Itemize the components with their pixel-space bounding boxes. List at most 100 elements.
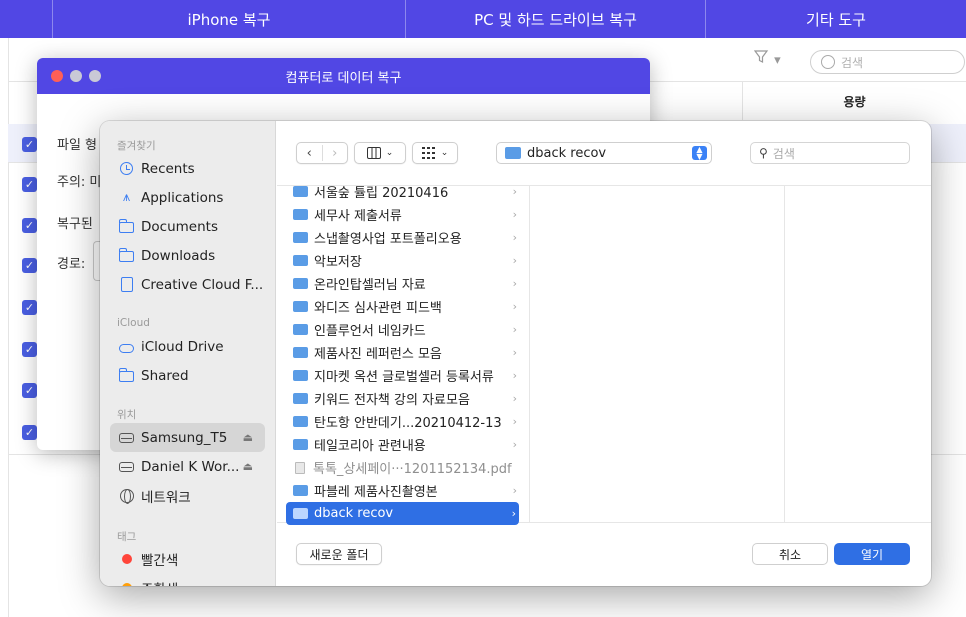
document-icon: [119, 277, 134, 292]
back-forward-buttons: ‹ ›: [296, 142, 348, 164]
eject-icon[interactable]: ⏏: [243, 431, 253, 444]
list-item[interactable]: 스냅촬영사업 포트폴리오용 ›: [277, 226, 529, 249]
forward-button[interactable]: ›: [323, 146, 348, 161]
list-item-label: 파블레 제품사진촬영본: [314, 485, 438, 500]
sidebar-item-icloud-drive[interactable]: iCloud Drive: [110, 332, 265, 361]
finder-sidebar: 즐겨찾기 Recents ⩚ Applications Documents Do…: [100, 121, 276, 586]
sidebar-item-downloads[interactable]: Downloads: [110, 241, 265, 270]
list-item-selected[interactable]: dback recov ›: [286, 502, 519, 525]
sidebar-item-label: 빨간색: [141, 552, 179, 569]
row-checkbox[interactable]: ✓: [22, 425, 37, 440]
finder-search-input[interactable]: ⚲ 검색: [750, 142, 910, 164]
list-item[interactable]: 서울숲 튤립 20210416 ›: [277, 180, 529, 203]
chevron-right-icon: ›: [512, 392, 517, 405]
list-item[interactable]: 탄도항 안반데기...20210412-13 ›: [277, 410, 529, 433]
folder-icon: [293, 508, 308, 519]
chevron-right-icon: ›: [512, 369, 517, 382]
list-item[interactable]: 파블레 제품사진촬영본 ›: [277, 479, 529, 502]
row-checkbox[interactable]: ✓: [22, 383, 37, 398]
filter-icon: [753, 50, 769, 63]
recovered-label: 복구된: [57, 217, 93, 232]
sidebar-item-documents[interactable]: Documents: [110, 212, 265, 241]
sidebar-item-label: 네트워크: [141, 489, 191, 506]
sidebar-item-tag-orange[interactable]: 주황색: [110, 573, 265, 586]
drive-icon: [119, 430, 134, 445]
sidebar-item-creative-cloud[interactable]: Creative Cloud F...: [110, 270, 265, 299]
new-folder-button[interactable]: 새로운 폴더: [296, 543, 382, 565]
globe-icon: [119, 488, 134, 504]
row-checkbox[interactable]: ✓: [22, 258, 37, 273]
row-checkbox[interactable]: ✓: [22, 342, 37, 357]
folder-icon: [505, 147, 521, 159]
list-item[interactable]: 세무사 제출서류 ›: [277, 203, 529, 226]
view-mode-button[interactable]: ⌄: [354, 142, 406, 164]
tab-pc-recovery[interactable]: PC 및 하드 드라이브 복구: [405, 0, 705, 38]
updown-chevron-icon: ▲ ▼: [692, 146, 707, 161]
column-header-size[interactable]: 용량: [742, 82, 966, 120]
list-item[interactable]: 키워드 전자책 강의 자료모음 ›: [277, 387, 529, 410]
folder-icon: [293, 347, 308, 358]
sidebar-item-applications[interactable]: ⩚ Applications: [110, 183, 265, 212]
folder-icon: [293, 255, 308, 266]
folder-icon: [293, 186, 308, 197]
row-checkbox[interactable]: ✓: [22, 300, 37, 315]
list-item-label: 와디즈 심사관련 피드백: [314, 301, 442, 316]
list-item-label: 세무사 제출서류: [314, 209, 402, 224]
list-item[interactable]: 와디즈 심사관련 피드백 ›: [277, 295, 529, 318]
open-button[interactable]: 열기: [834, 543, 910, 565]
sidebar-item-samsung-t5[interactable]: Samsung_T5 ⏏: [110, 423, 265, 452]
list-item[interactable]: 테일코리아 관련내용 ›: [277, 433, 529, 456]
list-item[interactable]: 악보저장 ›: [277, 249, 529, 272]
chevron-right-icon: ›: [512, 438, 517, 451]
zoom-button[interactable]: [89, 70, 101, 82]
folder-icon: [293, 370, 308, 381]
background-search-placeholder: 검색: [841, 55, 864, 70]
favorites-header: 즐겨찾기: [117, 140, 156, 152]
filter-button[interactable]: ▾: [753, 50, 798, 70]
sidebar-item-recents[interactable]: Recents: [110, 154, 265, 183]
group-mode-button[interactable]: ⌄: [412, 142, 458, 164]
sidebar-item-shared[interactable]: Shared: [110, 361, 265, 390]
notice-label: 주의: 미: [57, 175, 102, 190]
chevron-down-icon: ⌄: [440, 148, 449, 158]
folder-icon: [293, 301, 308, 312]
row-checkbox[interactable]: ✓: [22, 218, 37, 233]
back-button[interactable]: ‹: [297, 146, 322, 161]
column-divider[interactable]: [529, 186, 530, 522]
list-item-label: 지마켓 옥션 글로벌셀러 등록서류: [314, 370, 494, 385]
path-label: 경로:: [57, 257, 86, 272]
sidebar-item-daniel-work[interactable]: Daniel K Wor... ⏏: [110, 452, 265, 481]
file-type-label: 파일 형: [57, 138, 98, 153]
list-item-label: 톡톡_상세페이···1201152134.pdf: [313, 462, 512, 477]
list-item-label: 키워드 전자책 강의 자료모음: [314, 393, 470, 408]
list-item-label: 스냅촬영사업 포트폴리오용: [314, 232, 462, 247]
tab-iphone-recovery[interactable]: iPhone 복구: [52, 0, 405, 38]
grid-icon: [421, 147, 435, 159]
list-item-label: 서울숲 튤립 20210416: [314, 186, 449, 201]
chevron-right-icon: ›: [512, 185, 517, 198]
chevron-right-icon: ›: [512, 346, 517, 359]
background-search-input[interactable]: 검색: [810, 50, 965, 74]
list-item-label: 악보저장: [314, 255, 362, 270]
minimize-button[interactable]: [70, 70, 82, 82]
folder-icon: [293, 416, 308, 427]
tab-other-tools[interactable]: 기타 도구: [705, 0, 966, 38]
list-item[interactable]: 지마켓 옥션 글로벌셀러 등록서류 ›: [277, 364, 529, 387]
list-item[interactable]: 톡톡_상세페이···1201152134.pdf: [277, 456, 529, 479]
shared-folder-icon: [118, 368, 134, 383]
list-item[interactable]: 인플루언서 네임카드 ›: [277, 318, 529, 341]
eject-icon[interactable]: ⏏: [243, 460, 253, 473]
row-checkbox[interactable]: ✓: [22, 137, 37, 152]
cloud-icon: [119, 339, 134, 354]
column-browser: 서울숲 튤립 20210416 › 세무사 제출서류 › 스냅촬영사업 포트폴리오용 › 악…: [277, 185, 931, 525]
sidebar-item-network[interactable]: 네트워크: [110, 481, 265, 510]
list-item[interactable]: 제품사진 레퍼런스 모음 ›: [277, 341, 529, 364]
location-popup[interactable]: dback recov ▲ ▼: [496, 142, 712, 164]
close-button[interactable]: [51, 70, 63, 82]
column-divider[interactable]: [784, 186, 785, 522]
row-checkbox[interactable]: ✓: [22, 177, 37, 192]
cancel-button[interactable]: 취소: [752, 543, 828, 565]
sidebar-item-tag-red[interactable]: 빨간색: [110, 544, 265, 573]
list-item[interactable]: 온라인탑셀러님 자료 ›: [277, 272, 529, 295]
sidebar-item-label: Downloads: [141, 247, 216, 264]
